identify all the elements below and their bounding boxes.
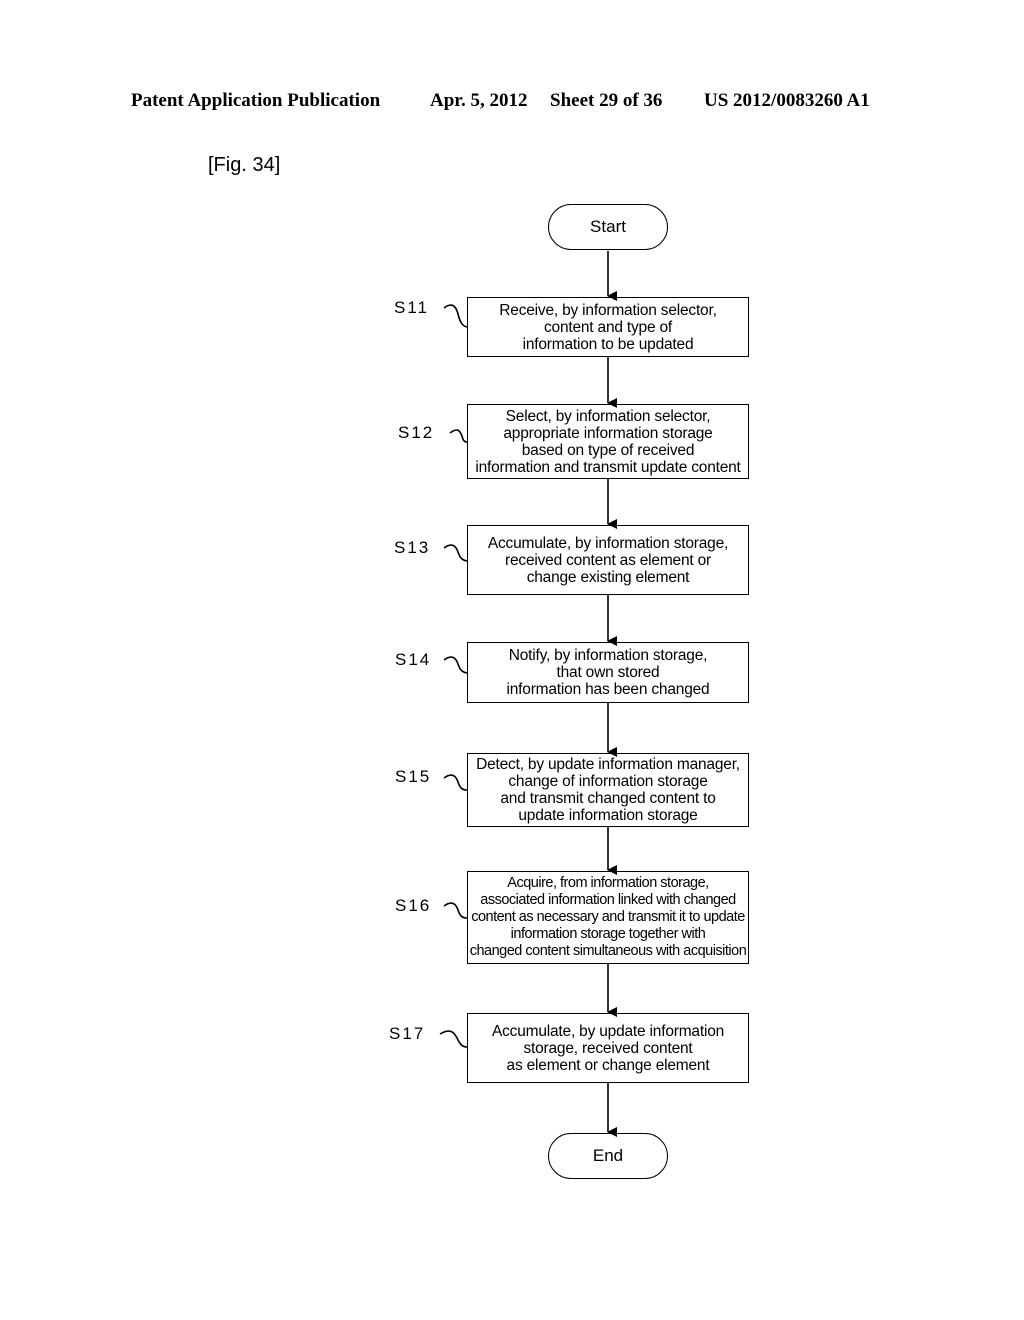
step-box-s12: Select, by information selector, appropr… — [467, 404, 749, 479]
step-label-s12: S12 — [398, 423, 435, 442]
step-box-s13: Accumulate, by information storage, rece… — [467, 525, 749, 595]
step-box-s15: Detect, by update information manager, c… — [467, 753, 749, 827]
leader-s14 — [443, 656, 468, 674]
step-box-s14: Notify, by information storage, that own… — [467, 642, 749, 703]
step-label-s17: S17 — [389, 1024, 426, 1043]
step-label-s11: S11 — [394, 298, 429, 317]
step-label-s15: S15 — [395, 767, 432, 786]
end-terminal: End — [548, 1133, 668, 1179]
leader-s12 — [449, 429, 468, 443]
leader-s11 — [443, 304, 468, 328]
leader-s17 — [439, 1030, 468, 1048]
step-label-s16: S16 — [395, 896, 432, 915]
step-box-s11: Receive, by information selector, conten… — [467, 297, 749, 357]
leader-s15 — [443, 774, 468, 791]
leader-s16 — [443, 902, 468, 919]
step-label-s14: S14 — [395, 650, 432, 669]
start-terminal: Start — [548, 204, 668, 250]
step-box-s17: Accumulate, by update information storag… — [467, 1013, 749, 1083]
leader-s13 — [443, 544, 468, 562]
step-label-s13: S13 — [394, 538, 431, 557]
step-box-s16: Acquire, from information storage, assoc… — [467, 871, 749, 964]
